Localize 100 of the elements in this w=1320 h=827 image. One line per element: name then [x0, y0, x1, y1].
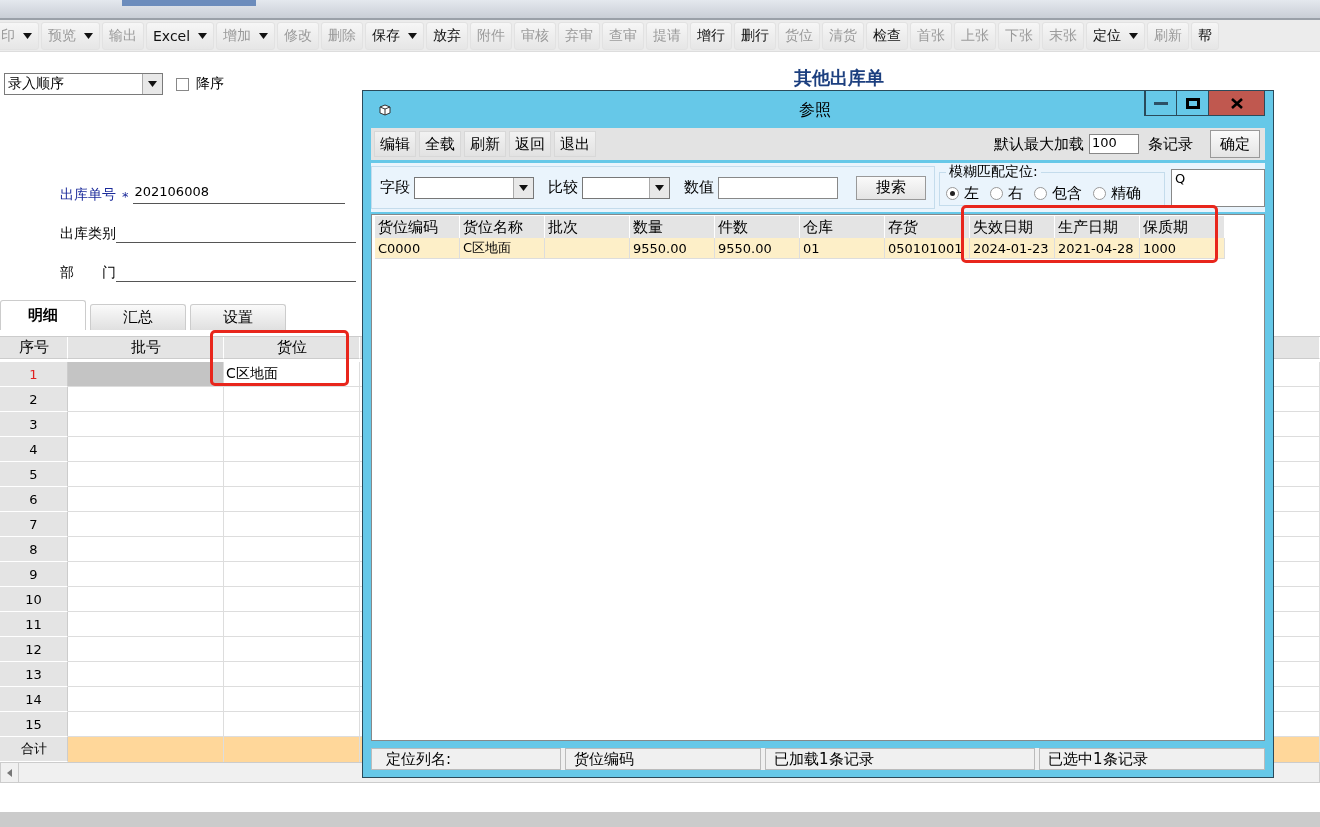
radio-label: 左: [964, 183, 979, 203]
table-cell[interactable]: [68, 712, 224, 737]
radio-button[interactable]: [946, 186, 959, 200]
table-cell[interactable]: [224, 487, 360, 512]
descending-checkbox[interactable]: [176, 77, 189, 91]
tab[interactable]: 汇总: [90, 304, 186, 330]
toolbar-button[interactable]: 保存: [365, 21, 425, 50]
column-header: 生产日期: [1055, 216, 1140, 238]
table-cell[interactable]: [224, 712, 360, 737]
toolbar-button[interactable]: 全载: [419, 131, 461, 157]
table-cell[interactable]: [224, 637, 360, 662]
table-cell[interactable]: [68, 387, 224, 412]
form-title: 其他出库单: [794, 66, 884, 90]
input-field[interactable]: 202106008: [132, 184, 345, 204]
status-text: 货位编码: [565, 748, 761, 770]
table-cell[interactable]: [68, 662, 224, 687]
minimize-icon: [1154, 101, 1168, 105]
table-cell[interactable]: [224, 662, 360, 687]
toolbar-button[interactable]: 增行: [690, 21, 733, 50]
column-header: 货位名称: [460, 216, 545, 238]
close-button[interactable]: [1208, 91, 1264, 115]
row-number: 8: [0, 537, 68, 562]
table-cell[interactable]: [224, 462, 360, 487]
sort-select[interactable]: 录入顺序: [4, 73, 163, 95]
cube-icon: [379, 103, 391, 116]
compare-select[interactable]: [582, 176, 670, 199]
toolbar-button[interactable]: 定位: [1086, 21, 1146, 50]
table-cell[interactable]: [68, 362, 224, 387]
search-button[interactable]: 搜索: [856, 175, 926, 200]
table-cell[interactable]: [68, 512, 224, 537]
table-cell[interactable]: [224, 612, 360, 637]
table-cell: C0000: [375, 238, 460, 259]
toolbar-button[interactable]: 刷新: [464, 131, 506, 157]
row-number: 1: [0, 362, 68, 387]
table-cell[interactable]: [224, 537, 360, 562]
table-cell[interactable]: [224, 437, 360, 462]
table-cell[interactable]: [224, 687, 360, 712]
column-header: 件数: [715, 216, 800, 238]
column-header: 批次: [545, 216, 630, 238]
field-select[interactable]: [414, 176, 534, 199]
table-cell[interactable]: [68, 462, 224, 487]
column-header: 货位: [224, 337, 360, 359]
table-cell: 9550.00: [715, 238, 800, 259]
toolbar-button[interactable]: 退出: [554, 131, 596, 157]
close-icon: [1230, 97, 1243, 109]
value-field[interactable]: [718, 176, 838, 199]
compare-label: 比较: [548, 178, 578, 197]
table-cell[interactable]: [68, 487, 224, 512]
radio-button[interactable]: [1093, 186, 1106, 200]
radio-button[interactable]: [990, 186, 1003, 200]
caret-icon: [655, 184, 664, 191]
table-cell[interactable]: [224, 412, 360, 437]
table-cell: 9550.00: [630, 238, 715, 259]
toolbar-button[interactable]: 编辑: [374, 131, 416, 157]
tab[interactable]: 明细: [0, 300, 86, 330]
table-cell[interactable]: [68, 562, 224, 587]
records-label: 条记录: [1148, 134, 1193, 154]
table-cell[interactable]: [68, 437, 224, 462]
radio-label: 右: [1008, 183, 1023, 203]
row-number: 15: [0, 712, 68, 737]
table-cell[interactable]: [68, 637, 224, 662]
confirm-button[interactable]: 确定: [1210, 130, 1260, 158]
window-tab[interactable]: [122, 0, 256, 6]
locate-field[interactable]: Q: [1171, 168, 1265, 207]
radio-button[interactable]: [1034, 186, 1047, 200]
required-mark: *: [122, 189, 129, 204]
table-cell[interactable]: [68, 687, 224, 712]
table-cell[interactable]: [224, 387, 360, 412]
toolbar-button[interactable]: 放弃: [426, 21, 469, 50]
field-label: 出库单号: [60, 186, 116, 204]
table-cell[interactable]: [68, 412, 224, 437]
table-cell[interactable]: [68, 587, 224, 612]
status-text: 定位列名:: [371, 748, 561, 770]
radio-label: 包含: [1052, 183, 1082, 203]
row-number: 6: [0, 487, 68, 512]
value-label: 数值: [684, 178, 714, 197]
toolbar-button[interactable]: 返回: [509, 131, 551, 157]
table-cell[interactable]: [224, 587, 360, 612]
table-cell[interactable]: C区地面: [224, 362, 360, 387]
table-cell[interactable]: [68, 537, 224, 562]
toolbar-button[interactable]: 检查: [866, 21, 909, 50]
toolbar-button[interactable]: 删行: [734, 21, 777, 50]
column-header: 失效日期: [970, 216, 1055, 238]
table-cell[interactable]: [224, 562, 360, 587]
table-cell: 01: [800, 238, 885, 259]
tab[interactable]: 设置: [190, 304, 286, 330]
maximize-icon: [1185, 97, 1200, 109]
toolbar-button[interactable]: Excel: [146, 21, 215, 50]
toolbar-button[interactable]: 帮: [1191, 21, 1220, 50]
table-cell[interactable]: [224, 512, 360, 537]
table-cell: 2021-04-28: [1055, 238, 1140, 259]
radio-label: 精确: [1111, 183, 1141, 203]
table-cell[interactable]: [68, 612, 224, 637]
row-number: 14: [0, 687, 68, 712]
group-title: 模糊匹配定位:: [948, 163, 1039, 181]
status-text: 已加载1条记录: [765, 748, 1035, 770]
row-number: 11: [0, 612, 68, 637]
max-load-field[interactable]: 100: [1089, 134, 1139, 154]
row-number: 9: [0, 562, 68, 587]
column-header: 货位编码: [375, 216, 460, 238]
